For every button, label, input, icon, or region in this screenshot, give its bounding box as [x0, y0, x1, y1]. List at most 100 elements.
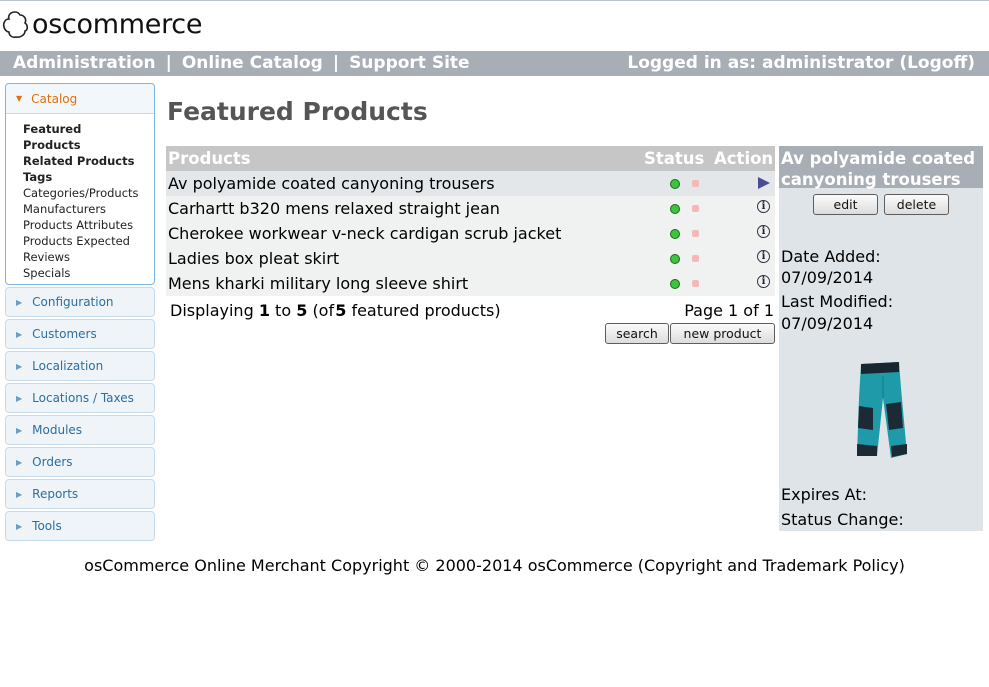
logo-bubble-icon — [2, 11, 28, 39]
summary-text: Displaying — [170, 301, 254, 320]
sidebar-header-localization[interactable]: ▶ Localization — [5, 351, 155, 381]
status-active-icon[interactable] — [670, 254, 680, 264]
sidebar-header-label: Localization — [32, 359, 104, 373]
product-name: Cherokee workwear v-neck cardigan scrub … — [168, 224, 562, 243]
sidebar-header-label: Customers — [32, 327, 97, 341]
table-row[interactable]: Carhartt b320 mens relaxed straight jean… — [166, 196, 775, 221]
summary-text: (of — [312, 301, 335, 320]
summary-from: 1 — [258, 301, 270, 320]
table-row[interactable]: Mens kharki military long sleeve shirt i — [166, 271, 775, 296]
featured-products-table: Products Status Action Av polyamide coat… — [166, 146, 775, 296]
info-box-title: Av polyamide coated canyoning trousers — [779, 146, 983, 189]
summary-text: to — [275, 301, 292, 320]
sidebar-header-label: Catalog — [31, 91, 78, 106]
date-added-label: Date Added: — [781, 247, 881, 266]
triangle-right-icon: ▶ — [16, 393, 23, 403]
info-icon[interactable]: i — [757, 200, 770, 213]
selected-arrow-icon — [758, 177, 770, 189]
sidebar-item-products-expected[interactable]: Products Expected — [23, 233, 154, 249]
sidebar-item-related-products[interactable]: Related Products — [23, 153, 154, 169]
sidebar-item-specials[interactable]: Specials — [23, 265, 154, 281]
nav-link-online-catalog[interactable]: Online Catalog — [182, 53, 323, 73]
triangle-down-icon: ▼ — [16, 94, 23, 103]
sidebar-header-label: Modules — [32, 423, 83, 437]
table-header: Products Status Action — [166, 146, 775, 171]
sidebar-header-label: Configuration — [32, 295, 114, 309]
nav-separator: | — [332, 53, 340, 73]
sidebar-header-customers[interactable]: ▶ Customers — [5, 319, 155, 349]
triangle-right-icon: ▶ — [16, 457, 23, 467]
top-border — [0, 0, 989, 1]
sidebar-header-tools[interactable]: ▶ Tools — [5, 511, 155, 541]
sidebar-section-catalog: ▼ Catalog Featured Products Related Prod… — [5, 83, 155, 285]
summary-to: 5 — [296, 301, 308, 320]
edit-button[interactable]: edit — [813, 194, 878, 215]
info-icon[interactable]: i — [757, 250, 770, 263]
status-inactive-icon[interactable] — [692, 230, 699, 237]
table-row[interactable]: Av polyamide coated canyoning trousers — [166, 171, 775, 196]
summary-text: featured products) — [351, 301, 501, 320]
column-header-products: Products — [168, 149, 251, 168]
pagination-summary: Displaying 1 to 5 (of 5 featured product… — [170, 301, 501, 320]
status-inactive-icon[interactable] — [692, 280, 699, 287]
status-active-icon[interactable] — [670, 279, 680, 289]
top-nav-links: Administration | Online Catalog | Support Si… — [13, 53, 470, 73]
info-icon[interactable]: i — [757, 275, 770, 288]
nav-link-administration[interactable]: Administration — [13, 53, 156, 73]
column-header-status: Status — [644, 149, 705, 168]
product-name: Carhartt b320 mens relaxed straight jean — [168, 199, 500, 218]
sidebar-header-label: Locations / Taxes — [32, 391, 134, 405]
footer-copyright: osCommerce Online Merchant Copyright © 2… — [84, 556, 905, 575]
sidebar-header-label: Reports — [32, 487, 79, 501]
info-icon[interactable]: i — [757, 225, 770, 238]
page-title: Featured Products — [167, 97, 428, 126]
sidebar-item-featured-products[interactable]: Featured Products — [23, 121, 83, 153]
date-added-value: 07/09/2014 — [781, 268, 874, 287]
sidebar-header-reports[interactable]: ▶ Reports — [5, 479, 155, 509]
expires-at-label: Expires At: — [781, 485, 867, 504]
sidebar-header-label: Orders — [32, 455, 73, 469]
summary-total: 5 — [335, 301, 347, 320]
sidebar-item-categories-products[interactable]: Categories/Products — [23, 185, 154, 201]
sidebar-header-locations-taxes[interactable]: ▶ Locations / Taxes — [5, 383, 155, 413]
status-active-icon[interactable] — [670, 229, 680, 239]
product-info-box: Av polyamide coated canyoning trousers e… — [779, 146, 983, 531]
status-change-label: Status Change: — [781, 510, 904, 529]
product-image — [857, 362, 907, 458]
sidebar-header-configuration[interactable]: ▶ Configuration — [5, 287, 155, 317]
sidebar-header-modules[interactable]: ▶ Modules — [5, 415, 155, 445]
oscommerce-logo[interactable]: oscommerce — [2, 6, 202, 42]
delete-button[interactable]: delete — [884, 194, 949, 215]
last-modified-label: Last Modified: — [781, 292, 894, 311]
page-info: Page 1 of 1 — [684, 301, 774, 320]
table-row[interactable]: Cherokee workwear v-neck cardigan scrub … — [166, 221, 775, 246]
sidebar-item-manufacturers[interactable]: Manufacturers — [23, 201, 154, 217]
status-active-icon[interactable] — [670, 204, 680, 214]
triangle-right-icon: ▶ — [16, 521, 23, 531]
status-inactive-icon[interactable] — [692, 255, 699, 262]
sidebar-item-products-attributes[interactable]: Products Attributes — [23, 217, 154, 233]
sidebar-header-label: Tools — [32, 519, 62, 533]
status-inactive-icon[interactable] — [692, 205, 699, 212]
sidebar-item-reviews[interactable]: Reviews — [23, 249, 154, 265]
sidebar-item-tags[interactable]: Tags — [23, 169, 154, 185]
status-inactive-icon[interactable] — [692, 180, 699, 187]
new-product-button[interactable]: new product — [670, 323, 775, 344]
nav-separator: | — [165, 53, 172, 73]
sidebar-header-catalog[interactable]: ▼ Catalog — [6, 84, 154, 114]
product-name: Mens kharki military long sleeve shirt — [168, 274, 469, 293]
triangle-right-icon: ▶ — [16, 297, 23, 307]
product-name: Ladies box pleat skirt — [168, 249, 340, 268]
sidebar-menu: ▼ Catalog Featured Products Related Prod… — [5, 83, 155, 543]
table-row[interactable]: Ladies box pleat skirt i — [166, 246, 775, 271]
search-button[interactable]: search — [605, 323, 669, 344]
triangle-right-icon: ▶ — [16, 361, 23, 371]
status-active-icon[interactable] — [670, 179, 680, 189]
catalog-links: Featured Products Related Products Tags … — [6, 114, 154, 281]
nav-link-support-site[interactable]: Support Site — [349, 53, 470, 73]
sidebar-header-orders[interactable]: ▶ Orders — [5, 447, 155, 477]
product-name: Av polyamide coated canyoning trousers — [168, 174, 495, 193]
last-modified-value: 07/09/2014 — [781, 314, 874, 333]
logged-in-status[interactable]: Logged in as: administrator (Logoff) — [627, 53, 975, 73]
triangle-right-icon: ▶ — [16, 425, 23, 435]
